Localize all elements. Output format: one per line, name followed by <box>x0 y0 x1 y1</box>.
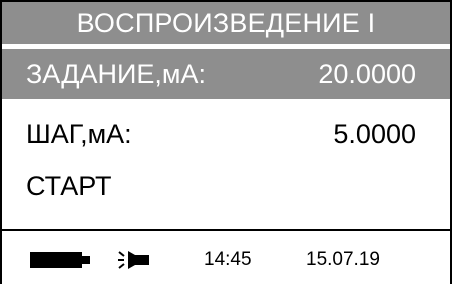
battery-icon <box>30 252 92 274</box>
target-label: ЗАДАНИЕ,мА: <box>26 59 206 89</box>
menu-item-target[interactable]: ЗАДАНИЕ,мА: 20.0000 <box>2 49 450 99</box>
clock-time: 14:45 <box>204 249 252 270</box>
menu-item-step[interactable]: ШАГ,мА: 5.0000 <box>2 109 450 159</box>
backlight-icon <box>117 249 151 277</box>
menu-item-start[interactable]: СТАРТ <box>2 161 450 211</box>
step-value: 5.0000 <box>333 119 416 149</box>
device-screen: ВОСПРОИЗВЕДЕНИЕ I ЗАДАНИЕ,мА: 20.0000 ША… <box>0 0 452 284</box>
clock-date: 15.07.19 <box>306 249 380 270</box>
step-label: ШАГ,мА: <box>26 119 132 149</box>
status-bar: 14:45 15.07.19 <box>2 231 450 286</box>
target-value: 20.0000 <box>318 59 416 89</box>
start-label: СТАРТ <box>26 171 112 201</box>
screen-title: ВОСПРОИЗВЕДЕНИЕ I <box>2 2 450 46</box>
